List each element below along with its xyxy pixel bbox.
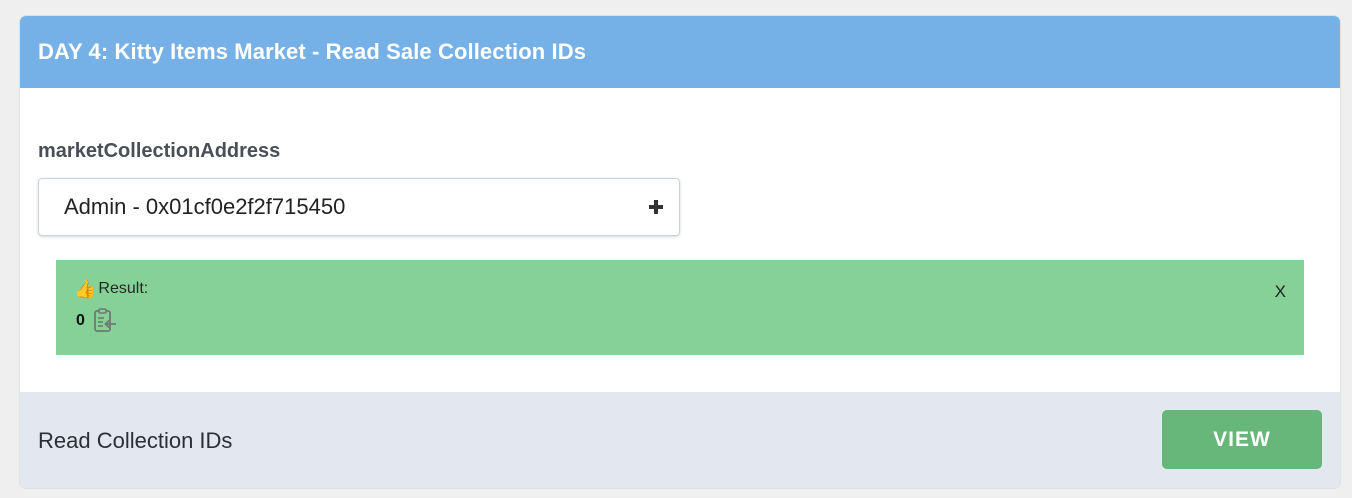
result-header: 👍 Result: [74,280,148,298]
close-result-button[interactable]: X [1275,282,1286,302]
address-value: Admin - 0x01cf0e2f2f715450 [64,194,346,219]
result-value: 0 [76,312,85,329]
card-header: DAY 4: Kitty Items Market - Read Sale Co… [20,16,1340,88]
address-select[interactable]: Admin - 0x01cf0e2f2f715450 [38,178,680,236]
view-button[interactable]: VIEW [1162,410,1322,469]
card-title: DAY 4: Kitty Items Market - Read Sale Co… [38,39,587,64]
result-value-row: 0 [76,308,117,334]
result-label: Result: [98,280,149,297]
copy-clipboard-icon[interactable] [93,308,117,334]
card-body: marketCollectionAddress Admin - 0x01cf0e… [20,88,1340,392]
card-footer: Read Collection IDs VIEW [20,392,1340,488]
field-label: marketCollectionAddress [38,140,281,162]
script-card: DAY 4: Kitty Items Market - Read Sale Co… [20,16,1340,488]
result-alert: 👍 Result: 0 X [56,260,1304,355]
thumbs-up-icon: 👍 [74,279,97,299]
footer-label: Read Collection IDs [38,428,233,453]
plus-icon[interactable] [649,200,663,214]
